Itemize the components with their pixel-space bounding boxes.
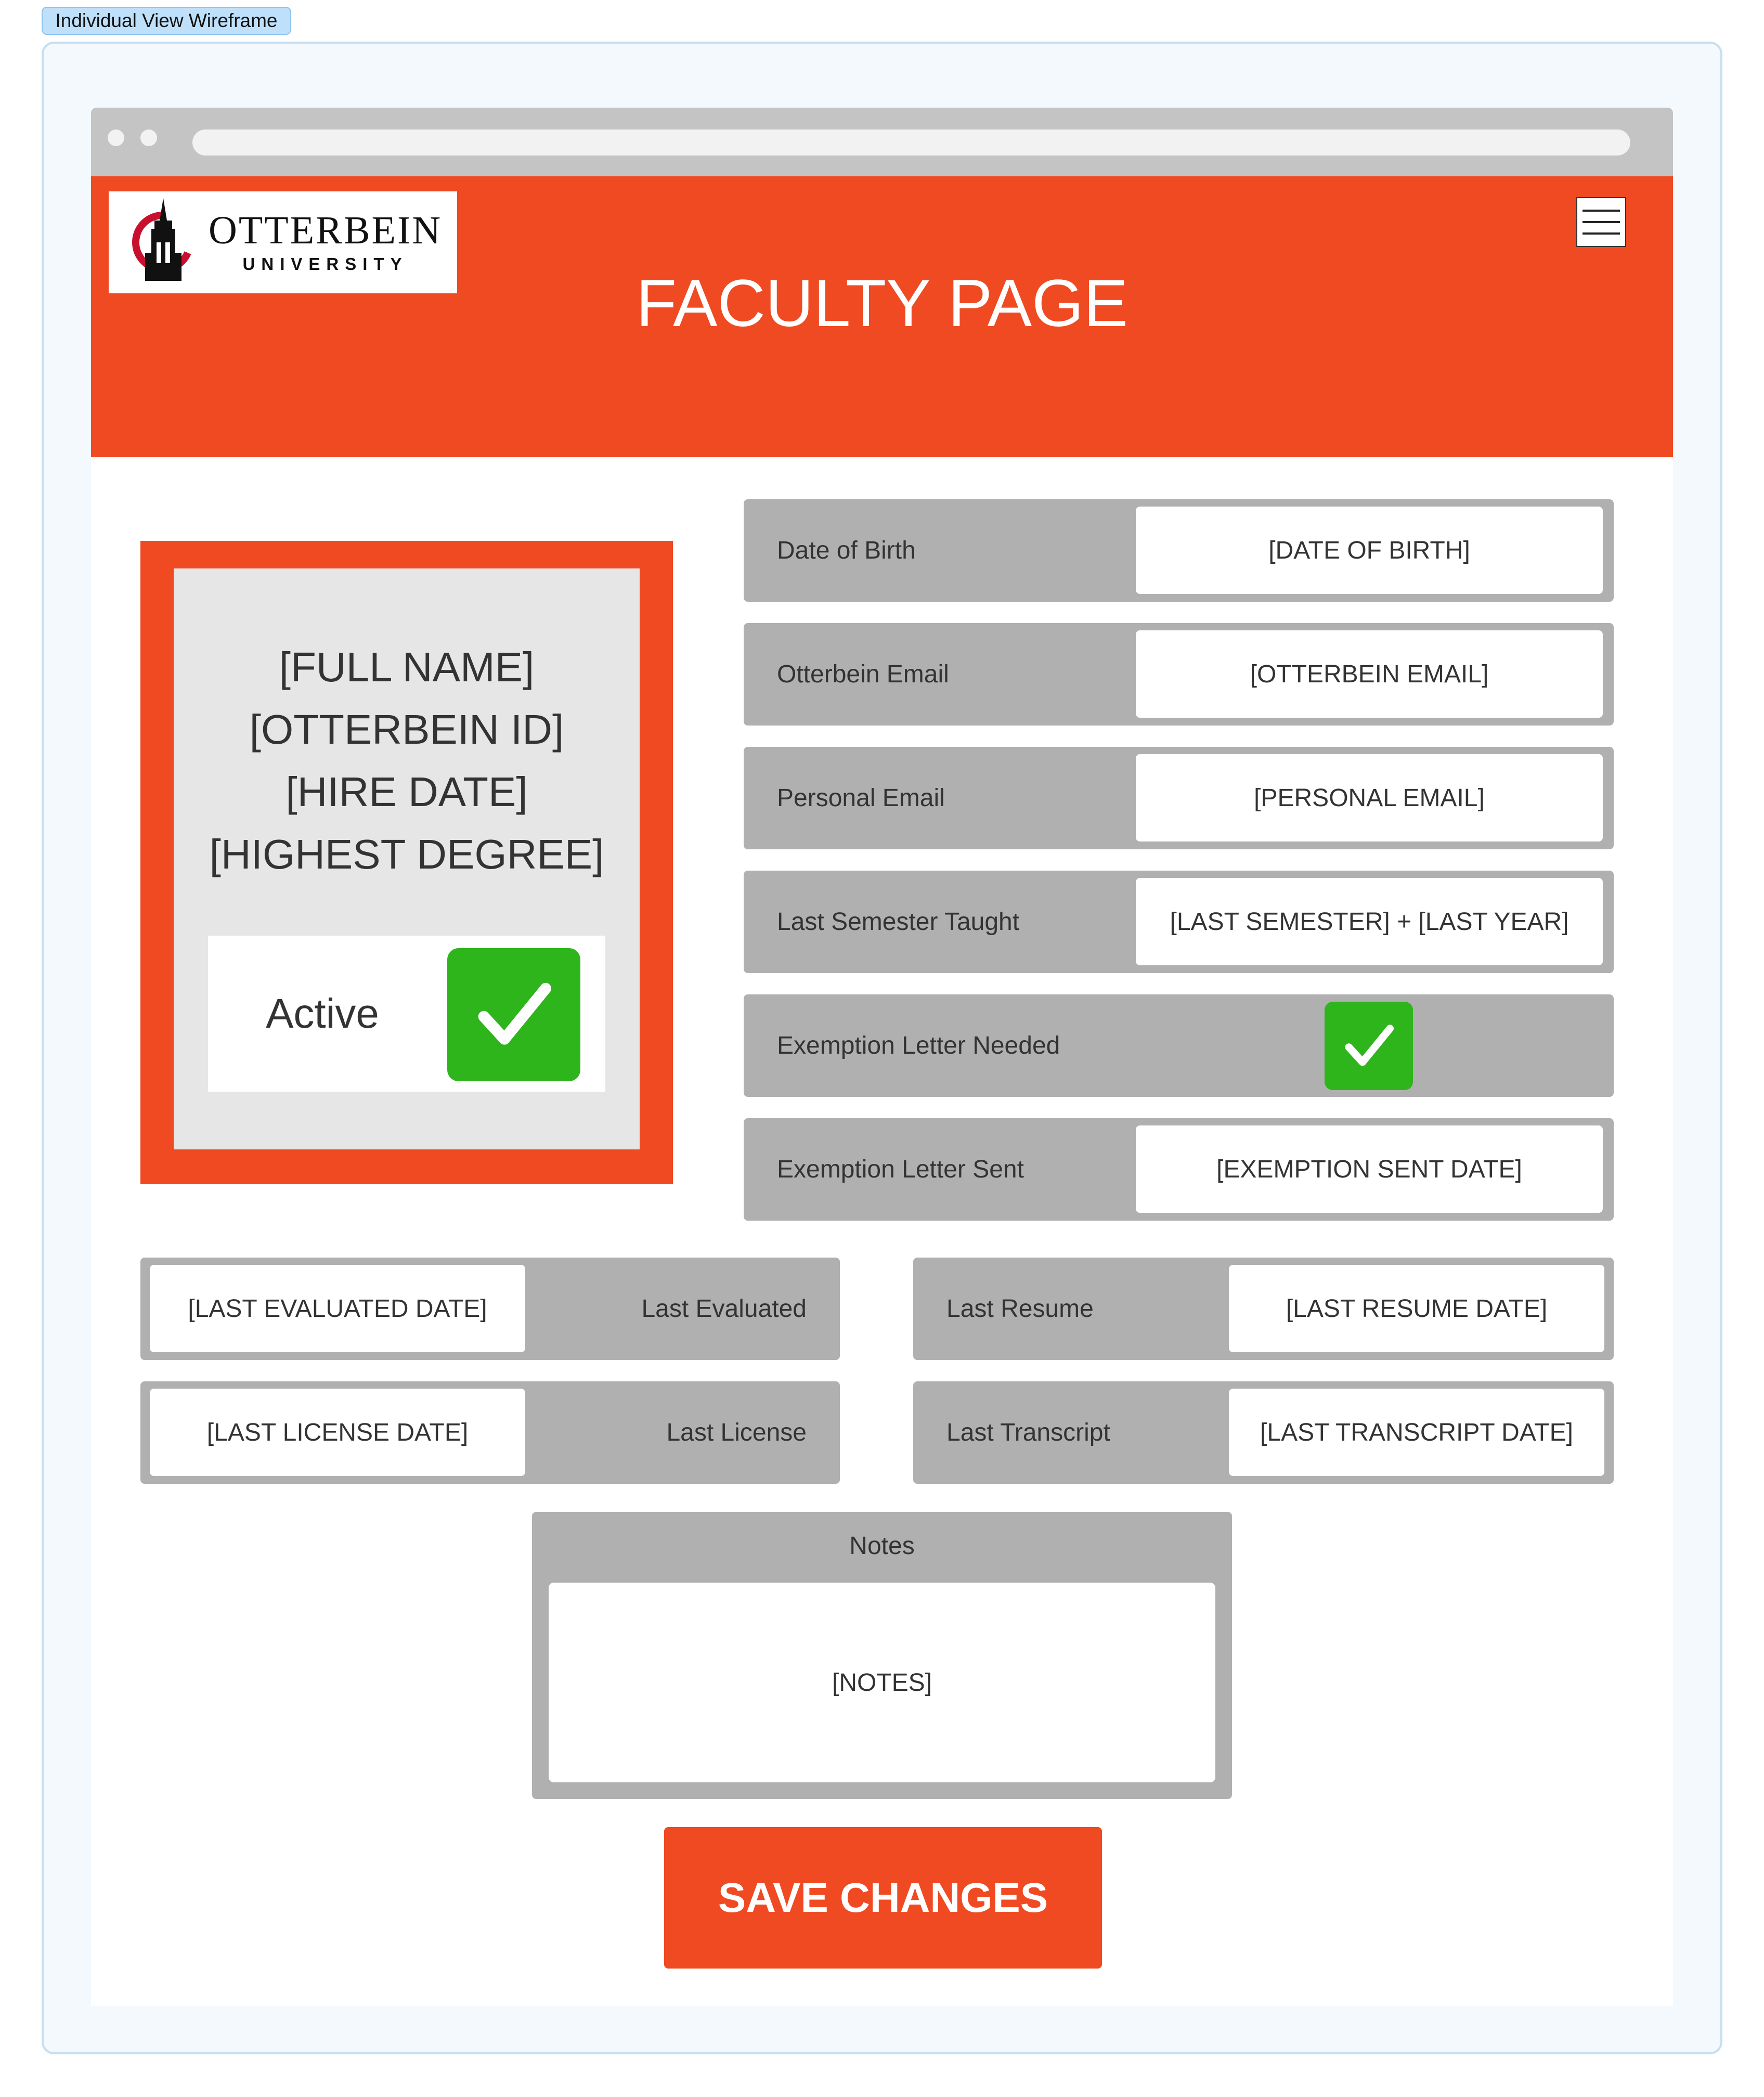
otterbein-email-row: Otterbein Email [OTTERBEIN EMAIL]	[744, 623, 1614, 726]
browser-chrome	[91, 108, 1673, 176]
last-evaluated-row: [LAST EVALUATED DATE] Last Evaluated	[140, 1258, 840, 1360]
exemption-letter-needed-checkbox[interactable]	[1325, 1002, 1413, 1090]
profile-card: [FULL NAME] [OTTERBEIN ID] [HIRE DATE] […	[140, 541, 673, 1184]
personal-email-field[interactable]: [PERSONAL EMAIL]	[1136, 754, 1603, 842]
last-license-field[interactable]: [LAST LICENSE DATE]	[150, 1389, 525, 1476]
otterbein-id: [OTTERBEIN ID]	[249, 706, 564, 753]
window-dot-icon	[108, 130, 124, 146]
menu-line-icon	[1583, 232, 1620, 235]
exemption-letter-sent-row: Exemption Letter Sent [EXEMPTION SENT DA…	[744, 1118, 1614, 1221]
last-resume-row: Last Resume [LAST RESUME DATE]	[913, 1258, 1614, 1360]
last-resume-label: Last Resume	[946, 1295, 1094, 1323]
otterbein-email-field[interactable]: [OTTERBEIN EMAIL]	[1136, 630, 1603, 718]
address-bar[interactable]	[192, 130, 1630, 156]
checkmark-icon	[1345, 1025, 1394, 1066]
exemption-letter-needed-row: Exemption Letter Needed	[744, 994, 1614, 1097]
logo-name: OTTERBEIN	[209, 209, 443, 252]
date-of-birth-row: Date of Birth [DATE OF BIRTH]	[744, 499, 1614, 602]
active-label: Active	[266, 990, 379, 1037]
last-transcript-label: Last Transcript	[946, 1419, 1110, 1446]
page-title: FACULTY PAGE	[635, 266, 1129, 341]
last-license-label: Last License	[666, 1419, 807, 1446]
exemption-letter-sent-label: Exemption Letter Sent	[777, 1156, 1024, 1183]
save-changes-button[interactable]: SAVE CHANGES	[664, 1827, 1102, 1969]
hamburger-menu-button[interactable]	[1576, 197, 1626, 247]
frame-tag: Individual View Wireframe	[42, 7, 291, 35]
checkmark-icon	[478, 982, 551, 1045]
active-status: Active	[208, 936, 605, 1092]
profile-card-inner: [FULL NAME] [OTTERBEIN ID] [HIRE DATE] […	[174, 568, 640, 1149]
personal-email-label: Personal Email	[777, 784, 945, 812]
window-dot-icon	[140, 130, 157, 146]
full-name: [FULL NAME]	[279, 644, 535, 690]
last-evaluated-label: Last Evaluated	[641, 1295, 807, 1323]
date-of-birth-label: Date of Birth	[777, 537, 916, 564]
menu-line-icon	[1583, 221, 1620, 223]
last-semester-taught-row: Last Semester Taught [LAST SEMESTER] + […	[744, 871, 1614, 973]
notes-panel: Notes [NOTES]	[532, 1512, 1232, 1799]
last-semester-taught-label: Last Semester Taught	[777, 908, 1020, 936]
date-of-birth-field[interactable]: [DATE OF BIRTH]	[1136, 507, 1603, 594]
highest-degree: [HIGHEST DEGREE]	[209, 831, 604, 877]
browser-window: OTTERBEIN UNIVERSITY FACULTY PAGE [FULL …	[91, 108, 1673, 2006]
last-license-row: [LAST LICENSE DATE] Last License	[140, 1381, 840, 1484]
last-transcript-row: Last Transcript [LAST TRANSCRIPT DATE]	[913, 1381, 1614, 1484]
menu-line-icon	[1583, 210, 1620, 212]
active-checkbox[interactable]	[447, 948, 580, 1081]
last-evaluated-field[interactable]: [LAST EVALUATED DATE]	[150, 1265, 525, 1352]
otterbein-email-label: Otterbein Email	[777, 661, 949, 688]
personal-email-row: Personal Email [PERSONAL EMAIL]	[744, 747, 1614, 849]
notes-label: Notes	[849, 1532, 915, 1560]
last-semester-taught-field[interactable]: [LAST SEMESTER] + [LAST YEAR]	[1136, 878, 1603, 965]
exemption-letter-sent-field[interactable]: [EXEMPTION SENT DATE]	[1136, 1125, 1603, 1213]
notes-textarea[interactable]: [NOTES]	[549, 1583, 1215, 1782]
exemption-letter-needed-label: Exemption Letter Needed	[777, 1032, 1060, 1059]
hire-date: [HIRE DATE]	[286, 769, 528, 815]
last-transcript-field[interactable]: [LAST TRANSCRIPT DATE]	[1229, 1389, 1604, 1476]
page-header: OTTERBEIN UNIVERSITY FACULTY PAGE	[91, 176, 1673, 457]
last-resume-field[interactable]: [LAST RESUME DATE]	[1229, 1265, 1604, 1352]
